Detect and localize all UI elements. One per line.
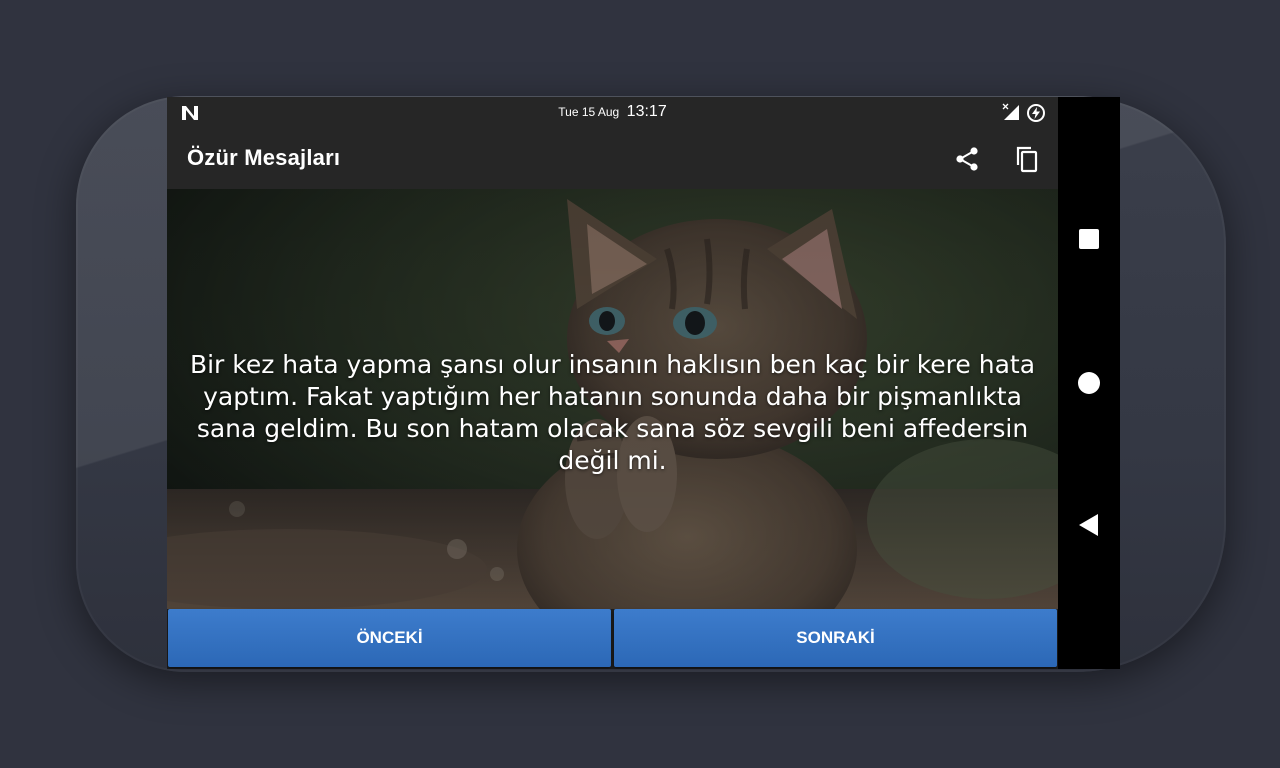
copy-button[interactable] [1010, 142, 1044, 176]
back-button[interactable] [1058, 495, 1120, 555]
copy-icon [1016, 146, 1038, 173]
home-button[interactable] [1058, 353, 1120, 413]
back-icon [1079, 514, 1098, 536]
apology-message: Bir kez hata yapma şansı olur insanın ha… [189, 350, 1036, 475]
message-area: Bir kez hata yapma şansı olur insanın ha… [167, 189, 1058, 609]
status-time: 13:17 [626, 103, 667, 120]
system-nav-bar [1058, 97, 1120, 669]
recents-button[interactable] [1058, 209, 1120, 269]
battery-charging-icon [1027, 104, 1045, 122]
status-bar: Tue 15 Aug 13:17 [167, 97, 1058, 129]
status-clock: Tue 15 Aug 13:17 [167, 103, 1058, 121]
previous-button[interactable]: ÖNCEKİ [168, 609, 611, 667]
page-title: Özür Mesajları [187, 145, 341, 170]
navigation-buttons: ÖNCEKİ SONRAKİ [167, 609, 1058, 669]
share-button[interactable] [950, 142, 984, 176]
signal-off-icon [1002, 103, 1019, 120]
next-button[interactable]: SONRAKİ [614, 609, 1057, 667]
recents-icon [1079, 229, 1099, 249]
app-bar: Özür Mesajları [167, 129, 1058, 189]
device-screen: Tue 15 Aug 13:17 Özür Mesajları Bir kez … [167, 97, 1058, 669]
home-icon [1078, 372, 1100, 394]
share-icon [956, 147, 978, 171]
status-date: Tue 15 Aug [558, 105, 620, 119]
